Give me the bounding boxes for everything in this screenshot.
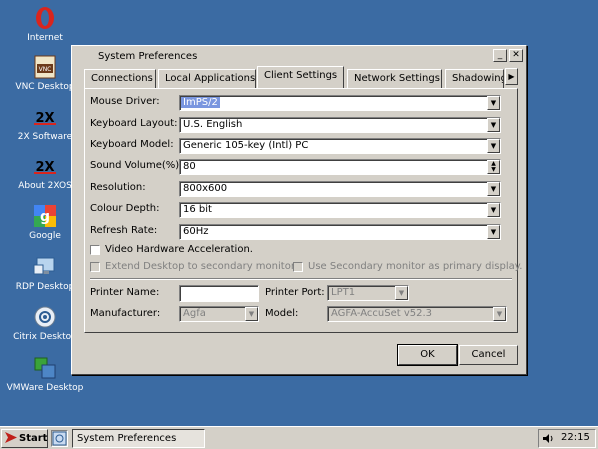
model-value: AGFA-AccuSet v52.3 bbox=[331, 308, 433, 319]
tab-shadowing[interactable]: Shadowing bbox=[445, 69, 504, 88]
model-select[interactable]: AGFA-AccuSet v52.3 ▼ bbox=[327, 306, 507, 322]
mouse-driver-value: ImPS/2 bbox=[181, 97, 220, 108]
colour-depth-select[interactable]: 16 bit ▼ bbox=[179, 202, 501, 218]
cancel-button[interactable]: Cancel bbox=[459, 345, 518, 365]
chevron-down-icon[interactable]: ▼ bbox=[487, 225, 500, 239]
manufacturer-label: Manufacturer: bbox=[90, 308, 161, 319]
close-icon: ✕ bbox=[512, 50, 520, 60]
minimize-icon: _ bbox=[497, 50, 503, 60]
rdp-icon bbox=[32, 254, 58, 280]
window-title: System Preferences bbox=[98, 50, 198, 62]
resolution-select[interactable]: 800x600 ▼ bbox=[179, 181, 501, 197]
ok-button[interactable]: OK bbox=[397, 344, 458, 366]
secondary-primary-label: Use Secondary monitor as primary display… bbox=[308, 261, 523, 272]
printer-port-value: LPT1 bbox=[331, 287, 356, 298]
sound-volume-value: 80 bbox=[183, 161, 196, 172]
client-settings-panel: Mouse Driver: ImPS/2 ▼ Keyboard Layout: … bbox=[84, 88, 522, 333]
minimize-button[interactable]: _ bbox=[493, 49, 507, 62]
tab-connections[interactable]: Connections bbox=[84, 69, 156, 88]
checkbox-box[interactable] bbox=[90, 261, 100, 272]
printer-name-label: Printer Name: bbox=[90, 287, 160, 298]
checkbox-box[interactable] bbox=[90, 244, 100, 255]
taskbar-item-label: System Preferences bbox=[77, 433, 177, 444]
keyboard-model-label: Keyboard Model: bbox=[90, 139, 174, 150]
extend-desktop-label: Extend Desktop to secondary monitor. bbox=[105, 261, 298, 272]
printer-port-select[interactable]: LPT1 ▼ bbox=[327, 285, 409, 301]
keyboard-model-select[interactable]: Generic 105-key (Intl) PC ▼ bbox=[179, 138, 501, 154]
chevron-right-icon: ▶ bbox=[508, 72, 515, 81]
spinner-arrows-icon[interactable]: ▲ ▼ bbox=[487, 160, 500, 174]
citrix-icon bbox=[32, 304, 58, 330]
model-label: Model: bbox=[265, 308, 299, 319]
keyboard-layout-value: U.S. English bbox=[183, 119, 243, 130]
tab-label: Connections bbox=[91, 73, 153, 84]
tab-local-applications[interactable]: Local Applications bbox=[158, 69, 256, 88]
keyboard-layout-select[interactable]: U.S. English ▼ bbox=[179, 117, 501, 133]
keyboard-model-value: Generic 105-key (Intl) PC bbox=[183, 140, 309, 151]
desktop-icon-label: Internet bbox=[27, 33, 63, 43]
chevron-down-icon[interactable]: ▼ bbox=[493, 307, 506, 321]
checkbox-box[interactable] bbox=[293, 261, 303, 272]
tab-network-settings[interactable]: Network Settings bbox=[347, 69, 442, 88]
chevron-down-icon[interactable]: ▼ bbox=[487, 182, 500, 196]
speaker-icon[interactable] bbox=[542, 433, 554, 447]
colour-depth-value: 16 bit bbox=[183, 204, 212, 215]
opera-icon bbox=[32, 5, 58, 31]
tab-label: Local Applications bbox=[165, 73, 256, 84]
taskbar-item-system-preferences[interactable]: System Preferences bbox=[72, 429, 205, 448]
printer-port-label: Printer Port: bbox=[265, 287, 325, 298]
tab-label: Client Settings bbox=[264, 70, 338, 81]
system-preferences-window: System Preferences _ ✕ Connections Local… bbox=[71, 45, 527, 375]
close-button[interactable]: ✕ bbox=[509, 49, 523, 62]
keyboard-layout-label: Keyboard Layout: bbox=[90, 118, 178, 129]
vmware-icon bbox=[32, 355, 58, 381]
taskbar: Start System Preferences 22:15 bbox=[0, 426, 598, 449]
colour-depth-label: Colour Depth: bbox=[90, 203, 160, 214]
desktop-icon-internet[interactable]: Internet bbox=[6, 5, 84, 43]
svg-text:g: g bbox=[40, 209, 50, 225]
chevron-down-icon[interactable]: ▼ bbox=[395, 286, 408, 300]
tab-scroll-right-button[interactable]: ▶ bbox=[505, 68, 518, 85]
chevron-down-icon[interactable]: ▼ bbox=[487, 203, 500, 217]
resolution-label: Resolution: bbox=[90, 182, 146, 193]
start-logo-icon bbox=[5, 431, 17, 446]
vnc-icon: VNC bbox=[32, 54, 58, 80]
printer-name-input[interactable] bbox=[179, 285, 259, 302]
svg-text:VNC: VNC bbox=[39, 66, 52, 73]
mouse-driver-select[interactable]: ImPS/2 ▼ bbox=[179, 95, 501, 111]
2x-icon: 2X bbox=[32, 104, 58, 130]
start-label: Start bbox=[19, 433, 48, 444]
video-acceleration-checkbox[interactable]: Video Hardware Acceleration. bbox=[90, 244, 253, 255]
manufacturer-select[interactable]: Agfa ▼ bbox=[179, 306, 259, 322]
chevron-down-icon[interactable]: ▼ bbox=[245, 307, 258, 321]
tab-bar: Connections Local Applications Client Se… bbox=[84, 66, 518, 88]
2x-icon: 2X bbox=[32, 153, 58, 179]
extend-desktop-checkbox[interactable]: Extend Desktop to secondary monitor. bbox=[90, 261, 297, 272]
system-tray: 22:15 bbox=[538, 429, 596, 448]
tab-label: Network Settings bbox=[354, 73, 440, 84]
chevron-down-icon[interactable]: ▼ bbox=[487, 118, 500, 132]
refresh-rate-value: 60Hz bbox=[183, 226, 209, 237]
refresh-rate-select[interactable]: 60Hz ▼ bbox=[179, 224, 501, 240]
refresh-rate-label: Refresh Rate: bbox=[90, 225, 158, 236]
chevron-down-icon[interactable]: ▼ bbox=[487, 139, 500, 153]
clock[interactable]: 22:15 bbox=[561, 432, 590, 443]
desktop-icon-label: VMWare Desktop bbox=[6, 383, 84, 393]
manufacturer-value: Agfa bbox=[183, 308, 206, 319]
chevron-down-icon[interactable]: ▼ bbox=[487, 96, 500, 110]
window-titlebar[interactable]: System Preferences _ ✕ bbox=[74, 48, 524, 64]
video-acceleration-label: Video Hardware Acceleration. bbox=[105, 244, 253, 255]
sound-volume-label: Sound Volume(%): bbox=[90, 160, 183, 171]
tab-client-settings[interactable]: Client Settings bbox=[257, 66, 344, 88]
quick-launch-icon[interactable] bbox=[51, 430, 68, 447]
secondary-primary-checkbox[interactable]: Use Secondary monitor as primary display… bbox=[293, 261, 522, 272]
sound-volume-spinner[interactable]: 80 ▲ ▼ bbox=[179, 159, 501, 175]
tab-label: Shadowing bbox=[452, 73, 504, 84]
divider bbox=[90, 278, 512, 280]
google-icon: g bbox=[32, 203, 58, 229]
resolution-value: 800x600 bbox=[183, 183, 228, 194]
mouse-driver-label: Mouse Driver: bbox=[90, 96, 160, 107]
start-button[interactable]: Start bbox=[1, 429, 48, 448]
